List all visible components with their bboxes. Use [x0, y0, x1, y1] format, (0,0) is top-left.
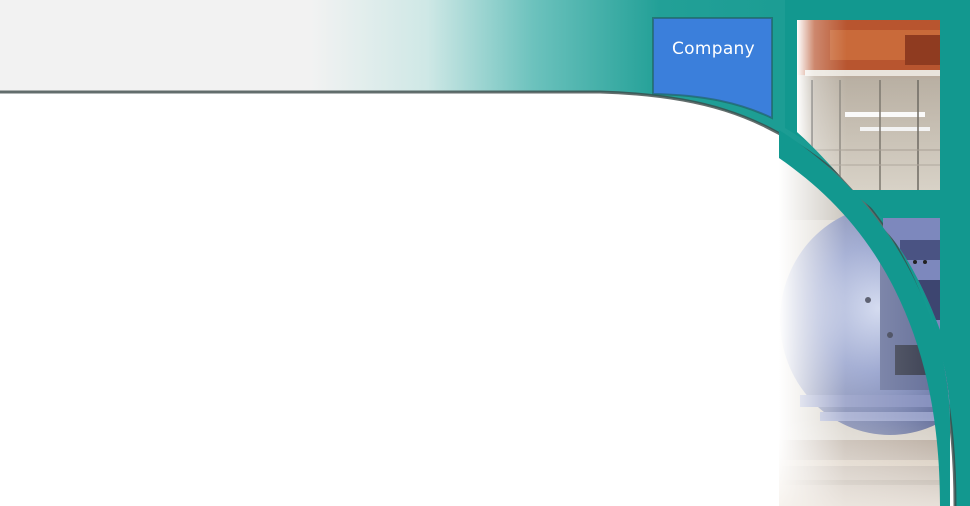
- company-nav-label: Company: [672, 39, 755, 59]
- company-nav-button[interactable]: Company: [656, 20, 771, 82]
- header-frame: [0, 0, 970, 506]
- page: Company: [0, 0, 970, 506]
